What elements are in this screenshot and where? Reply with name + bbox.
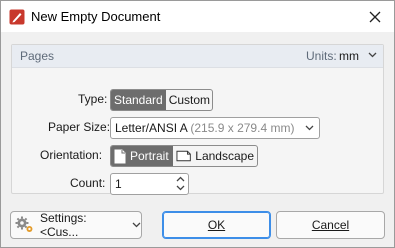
paper-size-value: Letter/ANSI A (215.9 x 279.4 mm) bbox=[115, 121, 294, 135]
count-stepper[interactable]: 1 bbox=[110, 173, 189, 195]
chevron-up-icon[interactable] bbox=[176, 176, 185, 182]
units-dropdown[interactable]: mm bbox=[339, 49, 359, 63]
group-title: Pages bbox=[20, 49, 55, 63]
orientation-option-portrait[interactable]: Portrait bbox=[111, 146, 173, 166]
orientation-segmented-control: Portrait Landscape bbox=[110, 145, 258, 167]
chevron-down-icon[interactable] bbox=[368, 52, 377, 58]
portrait-label: Portrait bbox=[130, 149, 169, 163]
window-title: New Empty Document bbox=[31, 9, 161, 24]
ok-label: OK bbox=[207, 218, 226, 232]
settings-button[interactable]: Settings: <Cus... bbox=[10, 211, 142, 239]
type-label: Type: bbox=[78, 92, 108, 106]
close-button[interactable] bbox=[363, 5, 387, 29]
paper-size-dropdown[interactable]: Letter/ANSI A (215.9 x 279.4 mm) bbox=[110, 117, 320, 139]
ok-button[interactable]: OK bbox=[162, 211, 271, 239]
dialog-window: New Empty Document Pages Units: mm Type:… bbox=[0, 0, 395, 248]
cancel-button[interactable]: Cancel bbox=[276, 211, 385, 239]
type-option-custom[interactable]: Custom bbox=[166, 90, 212, 110]
app-logo-icon bbox=[9, 9, 25, 25]
paper-size-label: Paper Size: bbox=[48, 120, 111, 134]
settings-label: Settings: <Cus... bbox=[39, 211, 87, 239]
type-segmented-control: Standard Custom bbox=[110, 89, 213, 111]
dialog-body: Pages Units: mm Type: Standard Custom Pa… bbox=[1, 32, 394, 247]
orientation-option-landscape[interactable]: Landscape bbox=[173, 146, 257, 166]
chevron-down-icon[interactable] bbox=[176, 185, 185, 191]
cancel-label: Cancel bbox=[311, 218, 350, 232]
title-bar[interactable]: New Empty Document bbox=[1, 1, 394, 32]
landscape-page-icon bbox=[176, 150, 191, 162]
landscape-label: Landscape bbox=[195, 149, 254, 163]
count-value[interactable]: 1 bbox=[115, 177, 122, 191]
close-icon bbox=[369, 11, 381, 23]
paper-size-dimensions: (215.9 x 279.4 mm) bbox=[190, 121, 295, 135]
paper-size-name: Letter/ANSI A bbox=[115, 121, 188, 135]
chevron-down-icon bbox=[305, 125, 314, 131]
pages-group: Pages Units: mm Type: Standard Custom Pa… bbox=[11, 44, 384, 195]
pages-group-header: Pages Units: mm bbox=[12, 45, 383, 68]
orientation-label: Orientation: bbox=[40, 148, 103, 162]
chevron-down-icon bbox=[132, 222, 141, 228]
gear-icon bbox=[15, 216, 33, 232]
count-label: Count: bbox=[70, 176, 106, 190]
type-option-standard[interactable]: Standard bbox=[111, 90, 166, 110]
units-label: Units: bbox=[306, 49, 337, 63]
portrait-page-icon bbox=[114, 149, 126, 163]
